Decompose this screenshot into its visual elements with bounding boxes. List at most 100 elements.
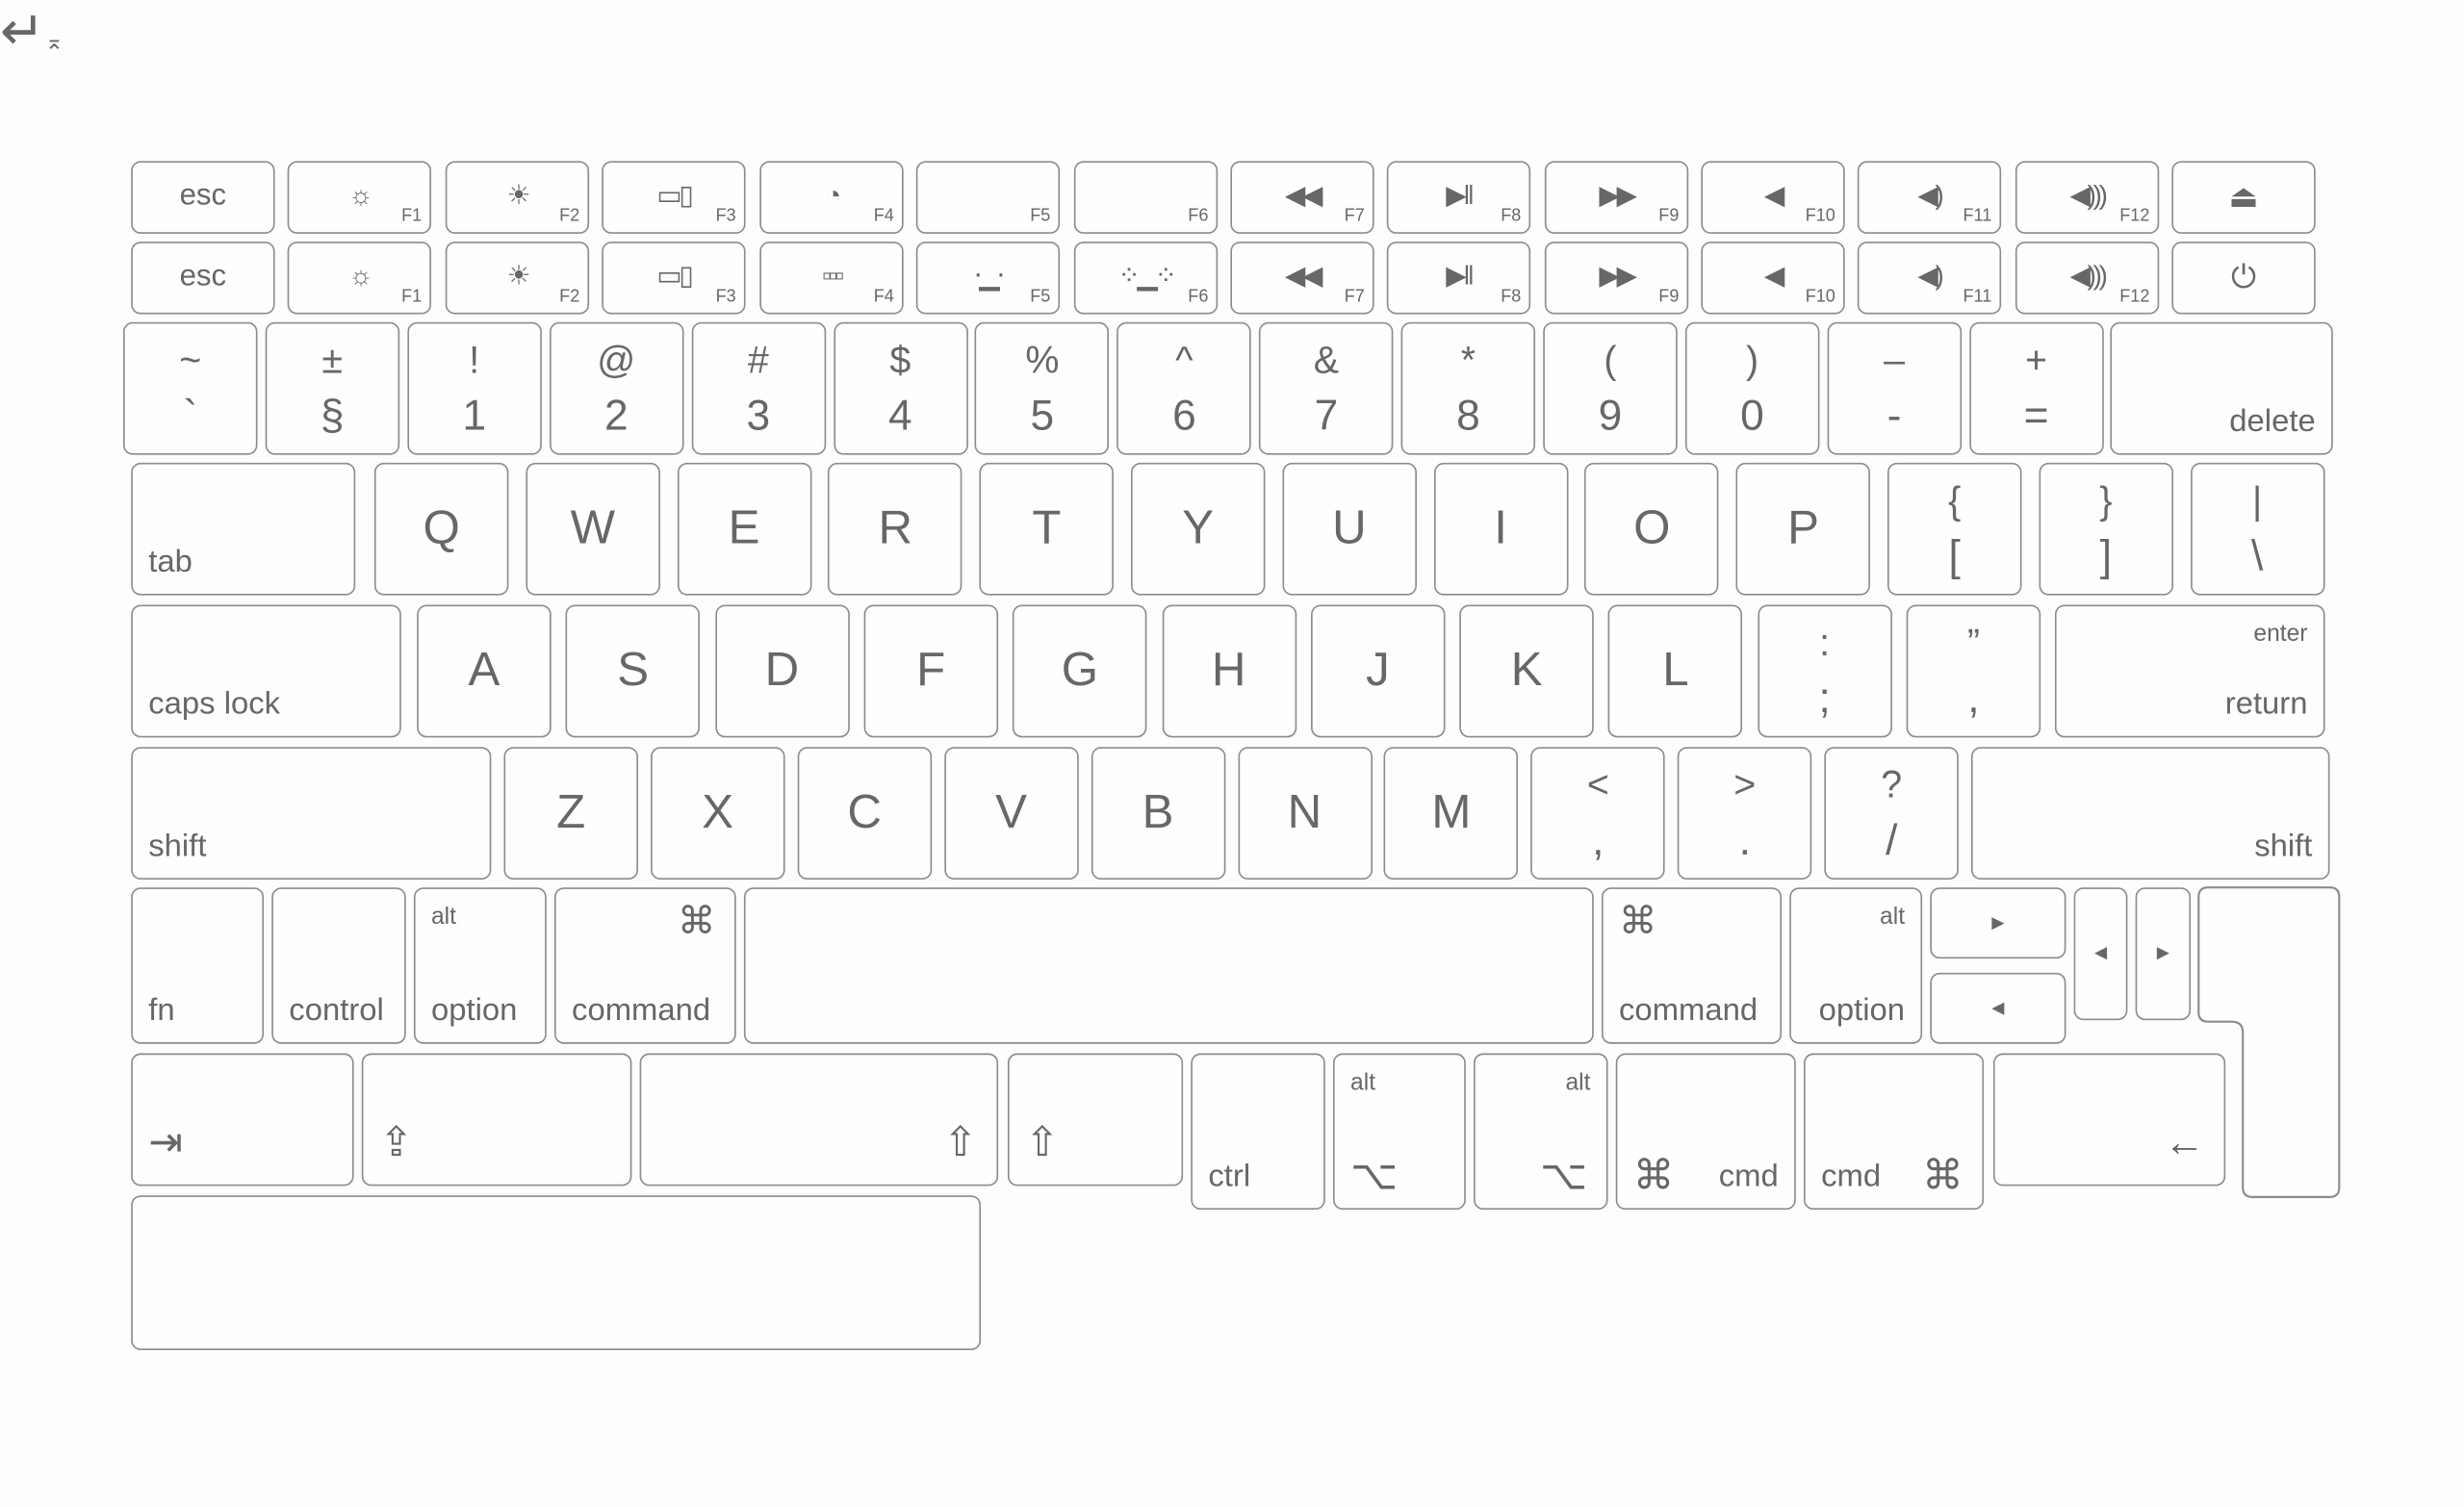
key--[interactable]: <, — [1530, 747, 1666, 881]
key-enter[interactable]: enter return — [2054, 604, 2325, 738]
key-control[interactable]: control — [271, 887, 406, 1044]
key--[interactable]: }] — [2039, 462, 2173, 596]
key-o[interactable]: O — [1584, 462, 1720, 596]
key-s[interactable]: S — [565, 604, 701, 738]
key-cmd[interactable]: cmd ⌘ — [1804, 1053, 1985, 1211]
key--[interactable]: % 5 — [975, 321, 1110, 455]
key-cmd[interactable]: ⌘ cmd — [1615, 1053, 1796, 1211]
key-shift-arrow[interactable]: ⇧ — [1007, 1053, 1184, 1187]
key-w[interactable]: W — [526, 462, 660, 596]
key--[interactable]: + = — [1968, 321, 2104, 455]
key-shift[interactable]: shift — [131, 747, 492, 881]
key-backspace-arrow[interactable]: ← — [1992, 1053, 2226, 1187]
key-f1[interactable]: ☼ F1 — [287, 161, 431, 234]
key--[interactable]: {[ — [1886, 462, 2022, 596]
key-j[interactable]: J — [1310, 604, 1446, 738]
key-f11[interactable]: ◀) F11 — [1857, 242, 2002, 315]
key-f2[interactable]: ☀ F2 — [445, 161, 590, 234]
key--[interactable]: * 8 — [1400, 321, 1536, 455]
key-esc[interactable]: esc — [131, 161, 275, 234]
key-tab[interactable]: tab — [131, 462, 356, 596]
key--[interactable]: :; — [1757, 604, 1892, 738]
key-e[interactable]: E — [677, 462, 811, 596]
key-arrow-right-small[interactable]: ▸ — [2135, 887, 2192, 1021]
key-f7[interactable]: ◀◀ F7 — [1230, 242, 1374, 315]
key-f10[interactable]: ◀ F10 — [1701, 242, 1845, 315]
key-f3[interactable]: ▭▯ F3 — [602, 242, 746, 315]
key-f6[interactable]: F6 — [1073, 161, 1219, 234]
key--[interactable]: ? / — [1824, 747, 1959, 881]
key-alt[interactable]: alt ⌥ — [1333, 1053, 1466, 1211]
key-f12[interactable]: ◀))) F12 — [2015, 242, 2160, 315]
key-f7[interactable]: ◀◀ F7 — [1230, 161, 1374, 234]
key-f[interactable]: F — [863, 604, 998, 738]
key--[interactable]: ± § — [265, 321, 399, 455]
key-alt[interactable]: alt option — [413, 887, 547, 1044]
key-command[interactable]: ⌘ command — [553, 887, 736, 1044]
key-shift[interactable]: shift — [1970, 747, 2330, 881]
key-arrow-left-small[interactable]: ◂ — [1930, 972, 2066, 1044]
key-f8[interactable]: ▶‖ F8 — [1386, 161, 1531, 234]
key-f2[interactable]: ☀ F2 — [445, 242, 590, 315]
key-ctrl[interactable]: ctrl — [1191, 1053, 1325, 1211]
key-f5[interactable]: ⋅▁⋅ F5 — [915, 242, 1061, 315]
key-delete[interactable]: delete — [2110, 321, 2333, 455]
key-caps-lock-arrow[interactable]: ⇪ — [361, 1053, 632, 1187]
key--[interactable]: ^ 6 — [1116, 321, 1252, 455]
key-f3[interactable]: ▭▯ F3 — [602, 161, 746, 234]
key-c[interactable]: C — [797, 747, 932, 881]
key--[interactable]: #3 — [691, 321, 826, 455]
key-v[interactable]: V — [943, 747, 1079, 881]
key-esc[interactable]: esc — [131, 242, 275, 315]
key--[interactable]: & 7 — [1259, 321, 1394, 455]
key-f9[interactable]: ▶▶ F9 — [1544, 161, 1689, 234]
key-f11[interactable]: ◀) F11 — [1857, 161, 2002, 234]
key-u[interactable]: U — [1282, 462, 1417, 596]
key-f6[interactable]: ⁘▁⁘ F6 — [1073, 242, 1219, 315]
key-q[interactable]: Q — [373, 462, 509, 596]
key-arrow-right-small[interactable]: ▸ — [1930, 887, 2066, 959]
key-f1[interactable]: ☼ F1 — [287, 242, 431, 315]
key-f12[interactable]: ◀))) F12 — [2015, 161, 2160, 234]
key-m[interactable]: M — [1384, 747, 1519, 881]
key-g[interactable]: G — [1013, 604, 1147, 738]
key--[interactable]: @2 — [549, 321, 684, 455]
key--[interactable]: | \ — [2190, 462, 2324, 596]
key-k[interactable]: K — [1459, 604, 1594, 738]
key-f4[interactable]: ◔ F4 — [759, 161, 904, 234]
key-r[interactable]: R — [828, 462, 963, 596]
key-blank[interactable] — [743, 887, 1594, 1044]
key-l[interactable]: L — [1608, 604, 1743, 738]
key--[interactable]: ) 0 — [1684, 321, 1820, 455]
key-b[interactable]: B — [1091, 747, 1225, 881]
key-alt[interactable]: alt ⌥ — [1474, 1053, 1608, 1211]
key-caps-lock[interactable]: caps lock — [131, 604, 401, 738]
key-t[interactable]: T — [979, 462, 1115, 596]
key--[interactable]: ! 1 — [407, 321, 542, 455]
key-d[interactable]: D — [714, 604, 850, 738]
key--[interactable]: – - — [1827, 321, 1962, 455]
key-p[interactable]: P — [1735, 462, 1871, 596]
key-power[interactable]: ⏻ — [2171, 242, 2316, 315]
key-f10[interactable]: ◀ F10 — [1701, 161, 1845, 234]
key-command[interactable]: ⌘ command — [1601, 887, 1783, 1044]
key-f4[interactable]: ▫▫▫ F4 — [759, 242, 904, 315]
key-y[interactable]: Y — [1130, 462, 1266, 596]
key-x[interactable]: X — [650, 747, 785, 881]
key--[interactable]: ~ ` — [122, 321, 258, 455]
key--[interactable]: (9 — [1543, 321, 1678, 455]
key--[interactable]: $4 — [833, 321, 968, 455]
key-arrow-left-small[interactable]: ◂ — [2073, 887, 2128, 1021]
key-f5[interactable]: F5 — [915, 161, 1061, 234]
key-i[interactable]: I — [1433, 462, 1568, 596]
key-n[interactable]: N — [1237, 747, 1373, 881]
key-blank[interactable] — [131, 1195, 982, 1351]
key-f9[interactable]: ▶▶ F9 — [1544, 242, 1689, 315]
key-h[interactable]: H — [1161, 604, 1296, 738]
key-eject[interactable]: ⏏ — [2171, 161, 2316, 234]
key-shift-arrow[interactable]: ⇧ — [639, 1053, 999, 1187]
key-a[interactable]: A — [417, 604, 552, 738]
key-tab-arrow[interactable]: ⇥ — [131, 1053, 354, 1187]
key--[interactable]: >. — [1678, 747, 1812, 881]
key-z[interactable]: Z — [503, 747, 638, 881]
